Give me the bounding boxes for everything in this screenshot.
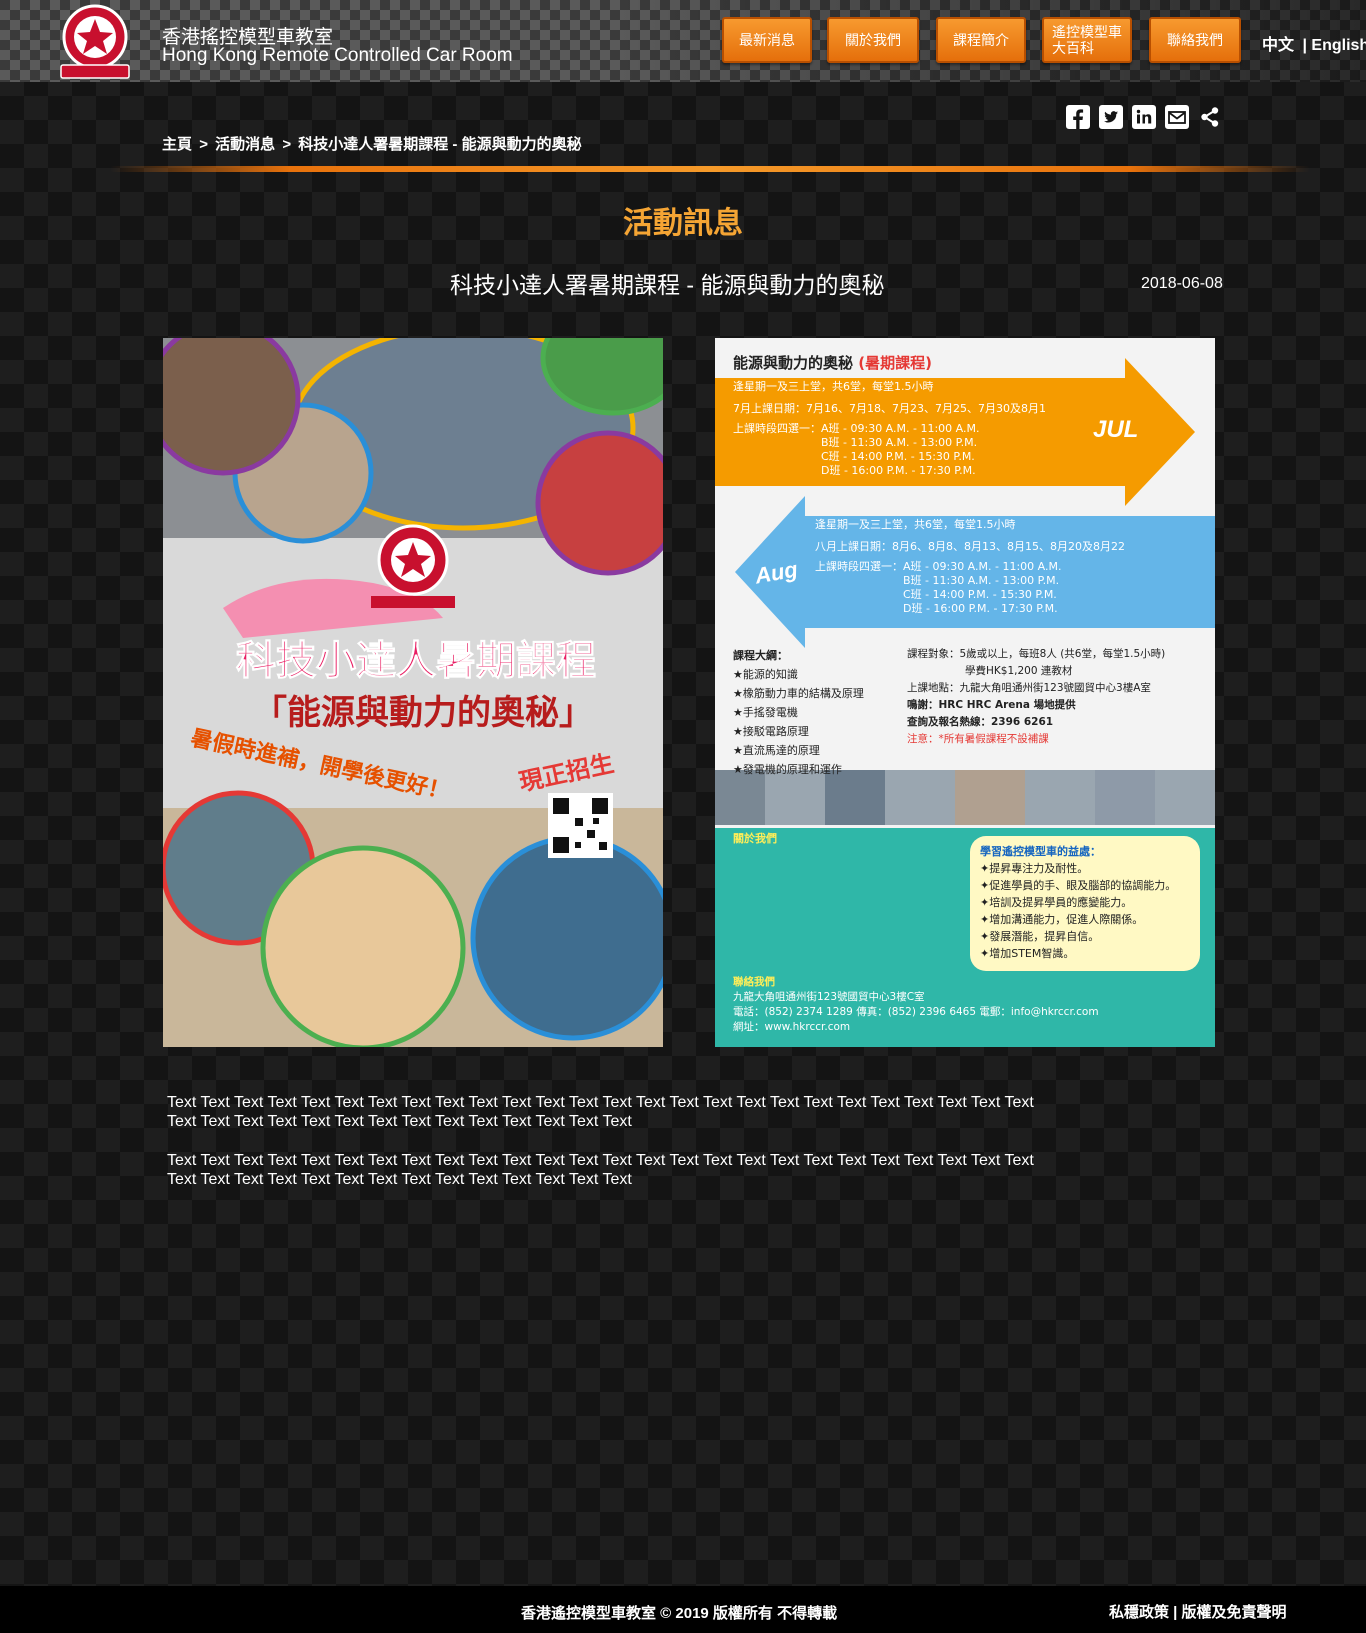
- breadcrumb-separator: >: [199, 136, 208, 153]
- poster-left-headline: 科技小達人暑期課程: [236, 638, 597, 685]
- benefit-item: ✦增加STEM智識。: [980, 947, 1075, 960]
- contact-address: 九龍大角咀通州街123號國貿中心3樓C室: [733, 991, 925, 1003]
- lang-en-link[interactable]: English: [1311, 37, 1366, 55]
- jul-tag: JUL: [1093, 416, 1139, 443]
- nav-encyclopedia-label-line1: 遙控模型車: [1052, 24, 1122, 40]
- article-paragraph: Text Text Text Text Text Text Text Text …: [167, 1094, 1034, 1130]
- article-date: 2018-06-08: [1141, 275, 1223, 292]
- aug-dates: 八月上課日期：8月6、8月8、8月13、8月15、8月20及8月22: [815, 540, 1125, 553]
- nav-encyclopedia-label-line2: 大百科: [1052, 40, 1094, 56]
- outline-item: ★發電機的原理和運作: [733, 763, 842, 776]
- benefit-item: ✦發展潛能，提昇自信。: [980, 930, 1100, 943]
- poster-right-image[interactable]: 能源與動力的奧秘 (暑期課程) 逢星期一及三上堂，共6堂，每堂1.5小時 7月上…: [715, 338, 1215, 1047]
- jul-schedule: 逢星期一及三上堂，共6堂，每堂1.5小時: [733, 380, 934, 393]
- aug-slot: D班 - 16:00 P.M. - 17:30 P.M.: [903, 602, 1058, 615]
- breadcrumb-section-link[interactable]: 活動消息: [215, 136, 275, 153]
- course-notice: 注意：*所有暑假課程不設補課: [907, 733, 1049, 745]
- poster-right-title-tag: (暑期課程): [858, 354, 932, 372]
- breadcrumb-separator: >: [282, 136, 292, 153]
- language-switcher: 中文 | English: [1262, 31, 1366, 55]
- course-thanks: 鳴謝：HRC HRC Arena 場地提供: [907, 699, 1076, 711]
- course-hotline: 查詢及報名熱線：2396 6261: [907, 716, 1054, 728]
- poster-right-title: 能源與動力的奧秘: [733, 354, 854, 372]
- jul-slot: A班 - 09:30 A.M. - 11:00 A.M.: [821, 422, 980, 435]
- poster-left-image[interactable]: 科技小達人暑期課程 「能源與動力的奧秘」 暑假時進補，開學後更好！ 現正招生: [163, 338, 663, 1047]
- aug-slot: C班 - 14:00 P.M. - 15:30 P.M.: [903, 588, 1057, 601]
- share-icon[interactable]: [1198, 105, 1222, 129]
- contact-phone: 電話：(852) 2374 1289 傳真：(852) 2396 6465 電郵…: [733, 1006, 1099, 1018]
- outline-item: ★直流馬達的原理: [733, 744, 820, 757]
- footer-copyright: 香港遙控模型車教室 © 2019 版權所有 不得轉載: [521, 1605, 838, 1622]
- course-fee: 學費HK$1,200 連教材: [965, 665, 1073, 677]
- aug-schedule: 逢星期一及三上堂，共6堂，每堂1.5小時: [815, 518, 1016, 531]
- nav-courses-button[interactable]: 課程簡介: [936, 17, 1026, 63]
- linkedin-icon[interactable]: [1132, 105, 1156, 129]
- benefit-item: ✦培訓及提昇學員的應變能力。: [980, 896, 1133, 909]
- jul-slot: C班 - 14:00 P.M. - 15:30 P.M.: [821, 450, 975, 463]
- contact-web: 網址：www.hkrccr.com: [733, 1021, 851, 1033]
- aug-slot: A班 - 09:30 A.M. - 11:00 A.M.: [903, 560, 1062, 573]
- outline-item: ★接駁電路原理: [733, 725, 809, 738]
- outline-title: 課程大綱：: [733, 649, 788, 662]
- aug-slot-label: 上課時段四選一：: [815, 560, 903, 573]
- header-divider: [110, 166, 1310, 172]
- brand-name-en: Hong Kong Remote Controlled Car Room: [162, 45, 513, 66]
- nav-news-button[interactable]: 最新消息: [722, 17, 812, 63]
- twitter-icon[interactable]: [1099, 105, 1123, 129]
- benefit-item: ✦增加溝通能力，促進人際關係。: [980, 913, 1144, 926]
- section-title: 活動訊息: [623, 207, 743, 240]
- breadcrumb-home-link[interactable]: 主頁: [162, 136, 192, 153]
- contact-title: 聯絡我們: [733, 976, 775, 988]
- outline-item: ★能源的知識: [733, 668, 798, 681]
- breadcrumb-current: 科技小達人署暑期課程 - 能源與動力的奧秘: [298, 136, 582, 153]
- site-header: 香港搖控模型車教室 Hong Kong Remote Controlled Ca…: [0, 0, 1366, 82]
- poster-left-subtitle: 「能源與動力的奧秘」: [253, 693, 593, 733]
- article-paragraph: Text Text Text Text Text Text Text Text …: [167, 1152, 1034, 1188]
- breadcrumb: 主頁 > 活動消息 > 科技小達人署暑期課程 - 能源與動力的奧秘: [162, 133, 582, 154]
- jul-slot: B班 - 11:30 A.M. - 13:00 P.M.: [821, 436, 978, 449]
- nav-encyclopedia-button[interactable]: 遙控模型車 大百科: [1042, 17, 1132, 63]
- about-title: 關於我們: [733, 833, 777, 845]
- nav-about-button[interactable]: 關於我們: [827, 17, 919, 63]
- site-logo[interactable]: [55, 3, 135, 81]
- outline-item: ★橡筋動力車的結構及原理: [733, 687, 864, 700]
- jul-slot-label: 上課時段四選一：: [733, 422, 821, 435]
- jul-dates: 7月上課日期：7月16、7月18、7月23、7月25、7月30及8月1: [733, 402, 1046, 415]
- lang-separator: |: [1302, 37, 1307, 54]
- facebook-icon[interactable]: [1066, 105, 1090, 129]
- email-icon[interactable]: [1165, 105, 1189, 129]
- share-bar: [1066, 105, 1222, 129]
- benefits-title: 學習遙控模型車的益處：: [980, 845, 1101, 858]
- benefit-item: ✦提昇專注力及耐性。: [980, 862, 1089, 875]
- footer-legal-links[interactable]: 私穩政策 | 版權及免責聲明: [1109, 1601, 1287, 1622]
- course-venue: 上課地點：九龍大角咀通州街123號國貿中心3樓A室: [907, 682, 1151, 694]
- lang-zh-link[interactable]: 中文: [1262, 31, 1294, 55]
- benefit-item: ✦促進學員的手、眼及腦部的協調能力。: [980, 879, 1177, 892]
- course-target: 課程對象：5歲或以上，每班8人 (共6堂，每堂1.5小時): [907, 648, 1166, 660]
- nav-contact-button[interactable]: 聯絡我們: [1149, 17, 1241, 63]
- aug-slot: B班 - 11:30 A.M. - 13:00 P.M.: [903, 574, 1060, 587]
- outline-item: ★手搖發電機: [733, 706, 798, 719]
- jul-slot: D班 - 16:00 P.M. - 17:30 P.M.: [821, 464, 976, 477]
- article-title: 科技小達人署暑期課程 - 能源與動力的奧秘: [450, 272, 885, 298]
